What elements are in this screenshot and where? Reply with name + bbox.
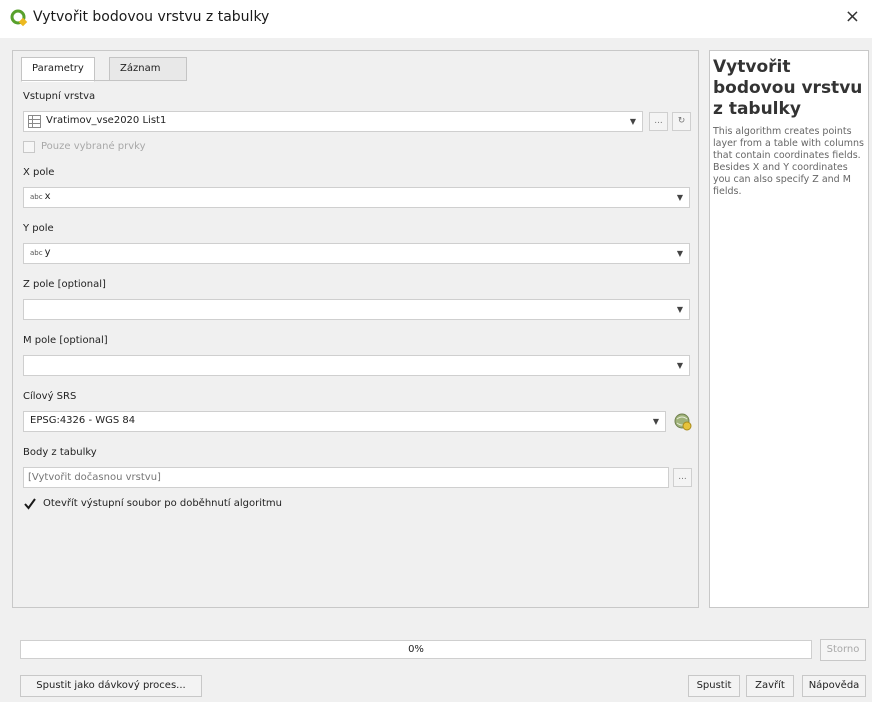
- selected-only-checkbox[interactable]: [23, 141, 35, 153]
- string-type-icon: abc: [30, 249, 43, 257]
- chevron-down-icon: ▼: [676, 193, 683, 202]
- chevron-down-icon: ▼: [629, 117, 636, 126]
- open-output-checkbox[interactable]: [23, 497, 37, 511]
- chevron-down-icon: ▼: [676, 249, 683, 258]
- target-crs-value: EPSG:4326 - WGS 84: [30, 415, 136, 426]
- z-field-label: Z pole [optional]: [23, 279, 106, 290]
- target-crs-select[interactable]: EPSG:4326 - WGS 84 ▼: [23, 411, 666, 432]
- output-label: Body z tabulky: [23, 447, 97, 458]
- batch-process-button[interactable]: Spustit jako dávkový proces...: [20, 675, 202, 697]
- y-field-value: y: [44, 247, 51, 258]
- close-button[interactable]: Zavřít: [746, 675, 794, 697]
- progress-text: 0%: [408, 644, 424, 655]
- parameters-panel: Parametry Záznam Vstupní vrstva Vratimov…: [12, 50, 699, 608]
- title-bar: Vytvořit bodovou vrstvu z tabulky ×: [0, 0, 872, 38]
- chevron-down-icon: ▼: [676, 361, 683, 370]
- x-field-label: X pole: [23, 167, 55, 178]
- input-layer-select[interactable]: Vratimov_vse2020 List1 ▼: [23, 111, 643, 132]
- iterate-icon[interactable]: ↻: [672, 112, 691, 131]
- input-layer-label: Vstupní vrstva: [23, 91, 96, 102]
- y-field-select[interactable]: abc y ▼: [23, 243, 690, 264]
- y-field-label: Y pole: [23, 223, 54, 234]
- progress-bar: 0%: [20, 640, 812, 659]
- qgis-logo-icon: [10, 9, 28, 27]
- m-field-select[interactable]: ▼: [23, 355, 690, 376]
- string-type-icon: abc: [30, 193, 43, 201]
- x-field-value: x: [44, 191, 51, 202]
- chevron-down-icon: ▼: [652, 417, 659, 426]
- run-button[interactable]: Spustit: [688, 675, 740, 697]
- help-button[interactable]: Nápověda: [802, 675, 866, 697]
- browse-input-button[interactable]: ...: [649, 112, 668, 131]
- m-field-label: M pole [optional]: [23, 335, 108, 346]
- help-panel: Vytvořit bodovou vrstvu z tabulky This a…: [709, 50, 869, 608]
- tab-log[interactable]: Záznam: [109, 57, 187, 81]
- close-icon[interactable]: ×: [845, 6, 860, 27]
- tab-divider: [21, 80, 181, 81]
- selected-only-label: Pouze vybrané prvky: [41, 141, 146, 152]
- browse-output-button[interactable]: ...: [673, 468, 692, 487]
- z-field-select[interactable]: ▼: [23, 299, 690, 320]
- window-title: Vytvořit bodovou vrstvu z tabulky: [33, 9, 270, 25]
- tab-parameters[interactable]: Parametry: [21, 57, 95, 82]
- help-title: Vytvořit bodovou vrstvu z tabulky: [713, 57, 863, 119]
- chevron-down-icon: ▼: [676, 305, 683, 314]
- table-icon: [28, 115, 41, 128]
- target-crs-label: Cílový SRS: [23, 391, 77, 402]
- help-description: This algorithm creates points layer from…: [713, 126, 864, 197]
- open-output-label: Otevřít výstupní soubor po doběhnutí alg…: [43, 498, 282, 509]
- output-path-input[interactable]: [23, 467, 669, 488]
- crs-selector-icon[interactable]: [673, 412, 693, 432]
- x-field-select[interactable]: abc x ▼: [23, 187, 690, 208]
- input-layer-value: Vratimov_vse2020 List1: [46, 115, 167, 126]
- cancel-button[interactable]: Storno: [820, 639, 866, 661]
